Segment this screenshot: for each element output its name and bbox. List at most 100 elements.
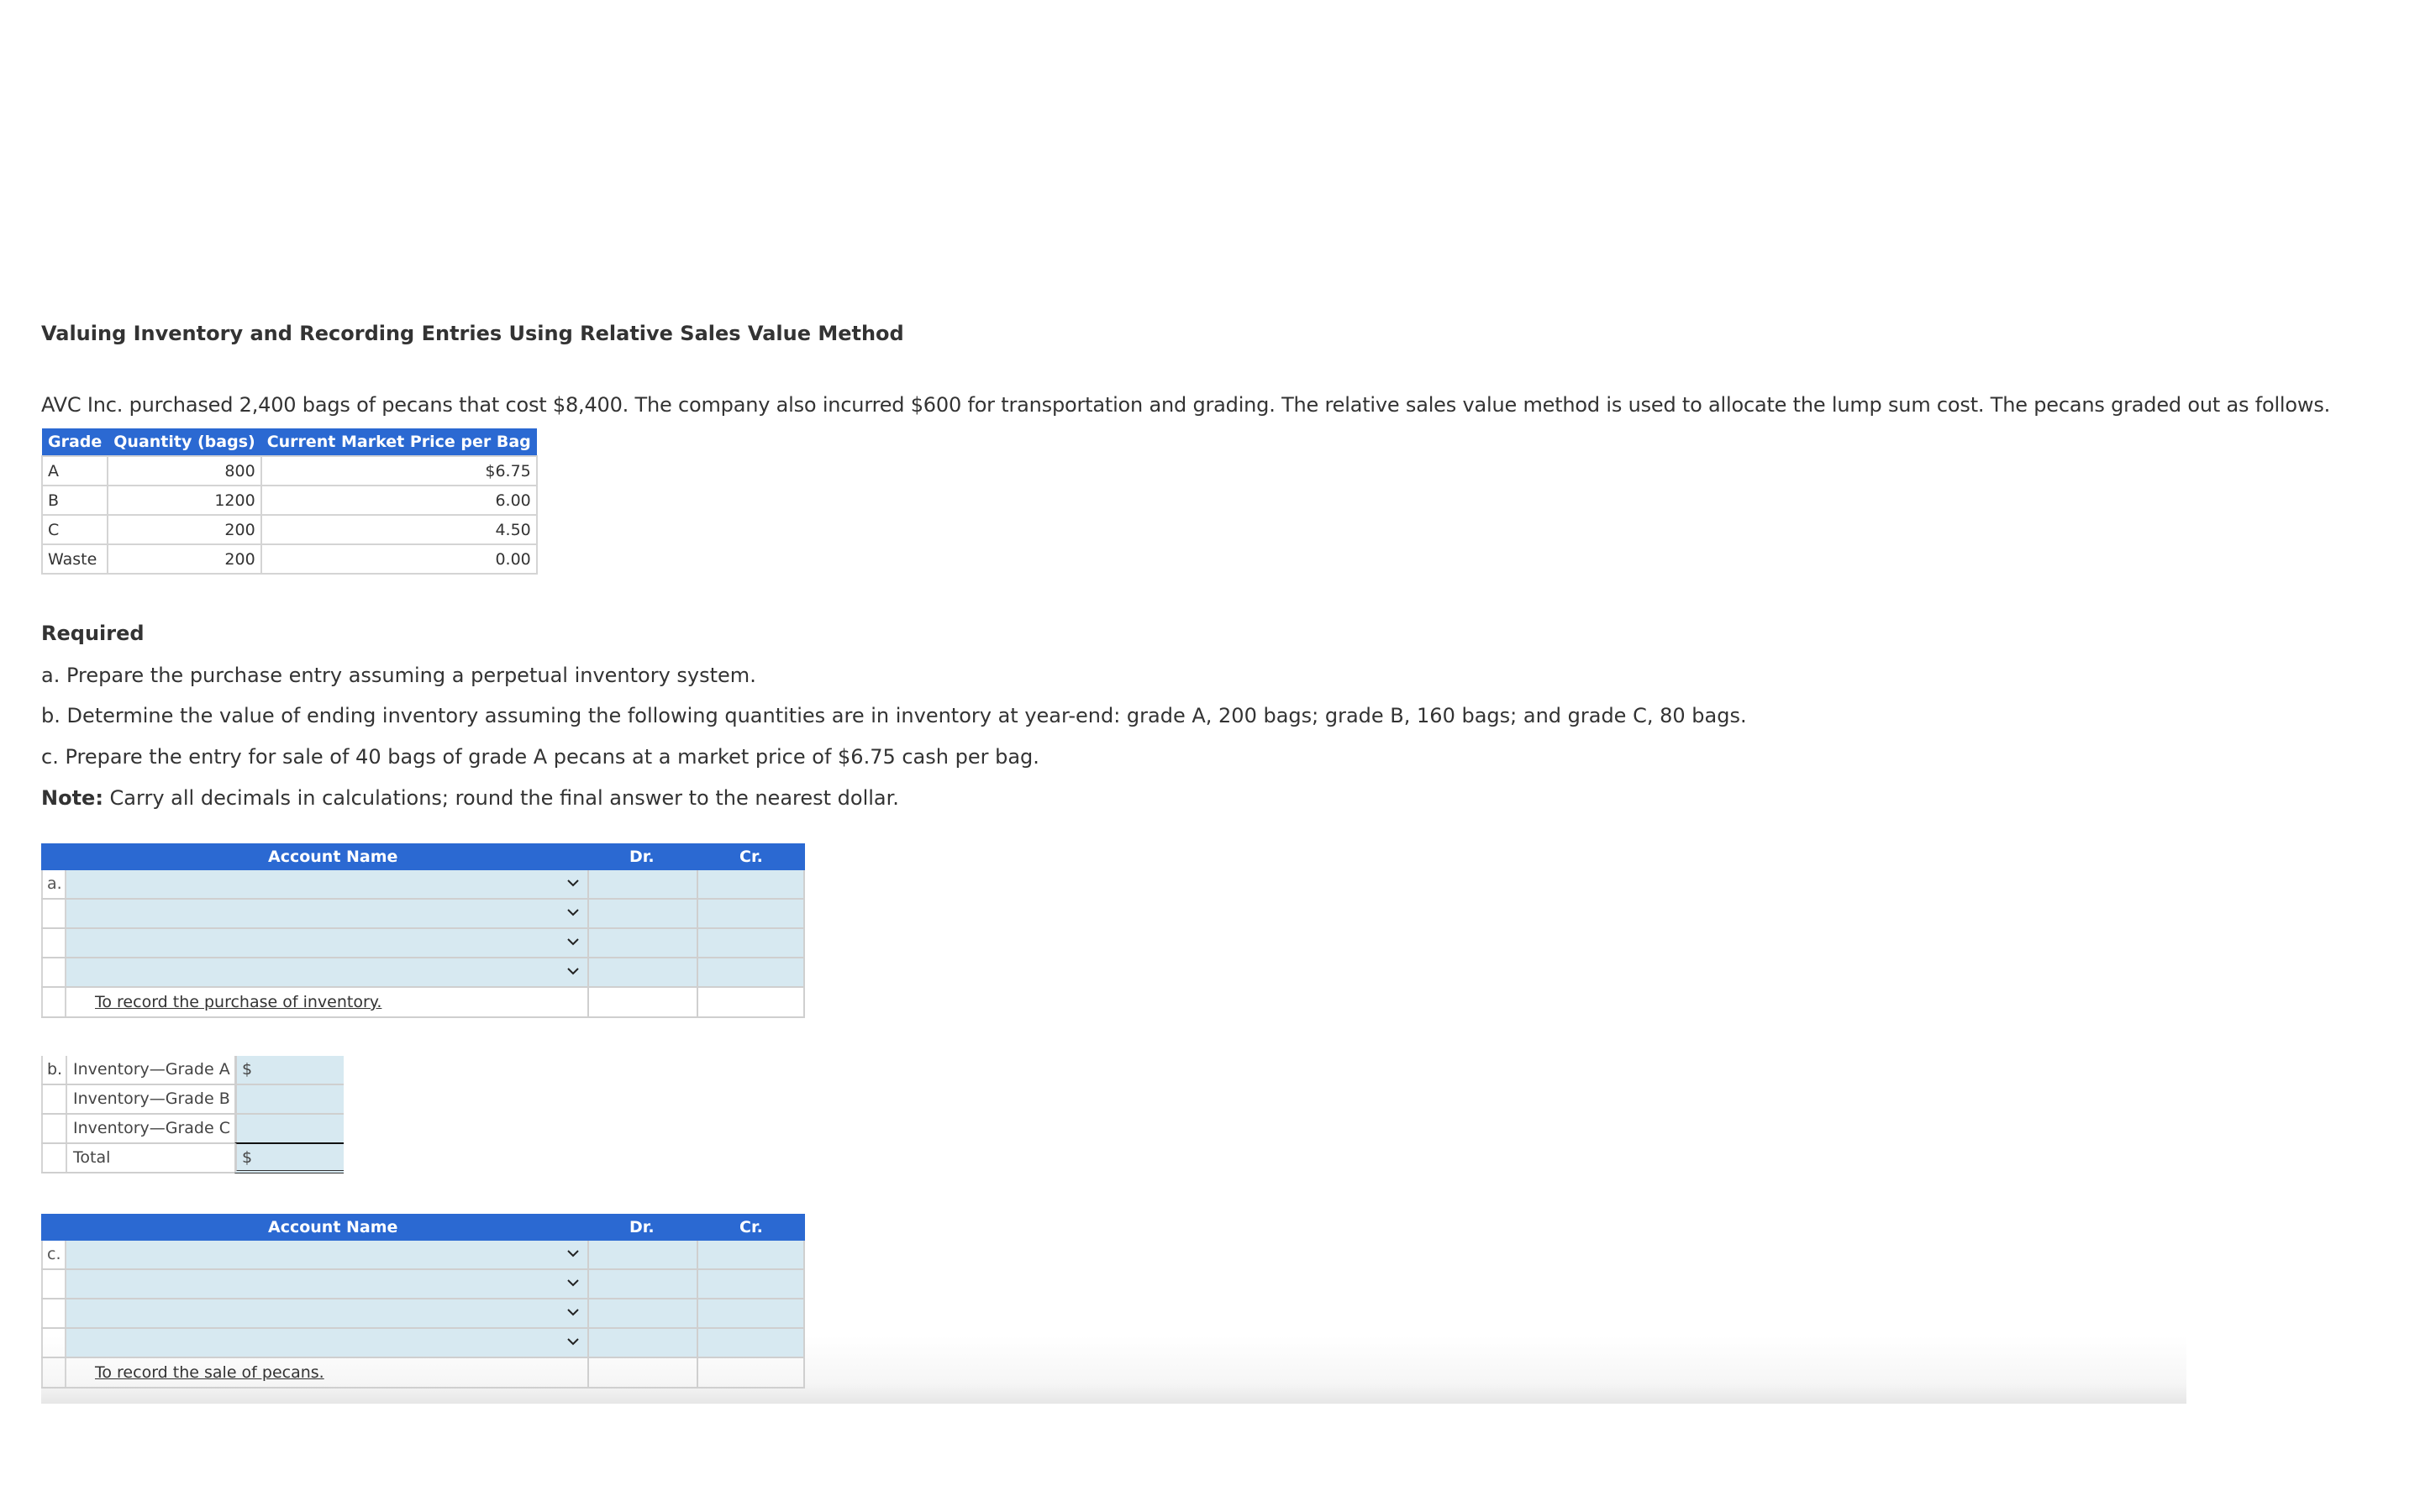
credit-input[interactable] <box>697 1270 805 1298</box>
chevron-down-icon <box>567 879 579 887</box>
inventory-row: Inventory—Grade B <box>41 1085 344 1115</box>
memo-text: To record the sale of pecans. <box>95 1363 324 1382</box>
total-label: Total <box>73 1148 111 1167</box>
table-row: B 1200 6.00 <box>40 485 538 516</box>
entry-label-empty <box>41 1299 66 1327</box>
header-cr: Cr. <box>739 1218 763 1236</box>
currency-prefix: $ <box>242 1060 253 1079</box>
memo-cr-cell <box>697 988 805 1016</box>
journal-memo-row: To record the purchase of inventory. <box>41 988 805 1018</box>
debit-input[interactable] <box>587 1299 697 1327</box>
quantity-cell: 200 <box>107 514 262 545</box>
header-dr: Dr. <box>629 848 655 866</box>
credit-input[interactable] <box>697 900 805 927</box>
problem-intro: AVC Inc. purchased 2,400 bags of pecans … <box>41 393 2331 417</box>
journal-row <box>41 900 805 929</box>
journal-row: a. <box>41 870 805 900</box>
total-value-input[interactable]: $ <box>234 1142 344 1173</box>
account-select[interactable] <box>66 929 587 957</box>
header-account-name: Account Name <box>268 848 398 866</box>
inventory-name: Inventory—Grade C <box>73 1119 230 1137</box>
price-cell: 6.00 <box>260 485 538 516</box>
account-select[interactable] <box>66 900 587 927</box>
ending-inventory-table: b. Inventory—Grade A $ Inventory—Grade B… <box>41 1056 344 1173</box>
header-dr: Dr. <box>629 1218 655 1236</box>
quantity-cell: 200 <box>107 543 262 575</box>
requirement-a: a. Prepare the purchase entry assuming a… <box>41 664 756 687</box>
memo-text: To record the purchase of inventory. <box>95 993 382 1011</box>
price-cell: 0.00 <box>260 543 538 575</box>
account-select[interactable] <box>66 1299 587 1327</box>
header-cr: Cr. <box>739 848 763 866</box>
requirement-c: c. Prepare the entry for sale of 40 bags… <box>41 745 1039 769</box>
inventory-value-input[interactable] <box>234 1115 344 1142</box>
credit-input[interactable] <box>697 870 805 898</box>
inventory-name: Inventory—Grade A <box>73 1060 230 1079</box>
debit-input[interactable] <box>587 1329 697 1357</box>
account-select[interactable] <box>66 870 587 898</box>
header-price: Current Market Price per Bag <box>260 428 537 456</box>
debit-input[interactable] <box>587 900 697 927</box>
entry-label: c. <box>41 1241 66 1268</box>
account-select[interactable] <box>66 958 587 986</box>
entry-label-empty <box>41 1115 67 1142</box>
grade-cell: C <box>40 514 109 545</box>
inventory-row: b. Inventory—Grade A $ <box>41 1056 344 1085</box>
journal-header: Account Name Dr. Cr. <box>41 843 805 870</box>
debit-input[interactable] <box>587 1270 697 1298</box>
credit-input[interactable] <box>697 1241 805 1268</box>
table-row: Waste 200 0.00 <box>40 543 538 575</box>
credit-input[interactable] <box>697 1299 805 1327</box>
header-grade: Grade <box>42 428 108 456</box>
entry-label-empty <box>41 958 66 986</box>
inventory-value-input[interactable]: $ <box>234 1056 344 1084</box>
journal-row <box>41 1270 805 1299</box>
journal-header: Account Name Dr. Cr. <box>41 1214 805 1241</box>
currency-prefix: $ <box>242 1148 253 1167</box>
debit-input[interactable] <box>587 1241 697 1268</box>
grade-table-header: Grade Quantity (bags) Current Market Pri… <box>42 428 537 456</box>
account-select[interactable] <box>66 1270 587 1298</box>
inventory-value-input[interactable] <box>234 1085 344 1113</box>
chevron-down-icon <box>567 938 579 946</box>
debit-input[interactable] <box>587 958 697 986</box>
entry-label-empty <box>41 988 66 1016</box>
requirement-b: b. Determine the value of ending invento… <box>41 704 1747 727</box>
journal-entry-a: Account Name Dr. Cr. a. To record the pu… <box>41 843 805 1018</box>
chevron-down-icon <box>567 968 579 975</box>
grade-cell: A <box>40 455 109 486</box>
journal-row <box>41 929 805 958</box>
required-heading: Required <box>41 622 145 645</box>
journal-memo-row: To record the sale of pecans. <box>41 1358 805 1389</box>
memo-dr-cell <box>587 1358 697 1387</box>
chevron-down-icon <box>567 1338 579 1346</box>
debit-input[interactable] <box>587 929 697 957</box>
entry-label: b. <box>41 1056 67 1084</box>
inventory-total-row: Total $ <box>41 1142 344 1173</box>
journal-entry-c: Account Name Dr. Cr. c. To record the sa… <box>41 1214 805 1389</box>
table-row: C 200 4.50 <box>40 514 538 545</box>
credit-input[interactable] <box>697 929 805 957</box>
table-row: A 800 $6.75 <box>40 455 538 486</box>
inventory-name: Inventory—Grade B <box>73 1089 230 1108</box>
note-label: Note: <box>41 786 103 810</box>
account-select[interactable] <box>66 1329 587 1357</box>
note: Note: Carry all decimals in calculations… <box>41 786 899 810</box>
grade-table: Grade Quantity (bags) Current Market Pri… <box>40 428 538 575</box>
account-select[interactable] <box>66 1241 587 1268</box>
entry-label-empty <box>41 1085 67 1113</box>
inventory-row: Inventory—Grade C <box>41 1115 344 1144</box>
credit-input[interactable] <box>697 1329 805 1357</box>
entry-label-empty <box>41 1358 66 1387</box>
note-text: Carry all decimals in calculations; roun… <box>103 786 899 810</box>
memo-cr-cell <box>697 1358 805 1387</box>
chevron-down-icon <box>567 1279 579 1287</box>
journal-row <box>41 958 805 988</box>
credit-input[interactable] <box>697 958 805 986</box>
grade-cell: B <box>40 485 109 516</box>
entry-label-empty <box>41 1329 66 1357</box>
debit-input[interactable] <box>587 870 697 898</box>
quantity-cell: 1200 <box>107 485 262 516</box>
entry-label-empty <box>41 1270 66 1298</box>
entry-label-empty <box>41 900 66 927</box>
